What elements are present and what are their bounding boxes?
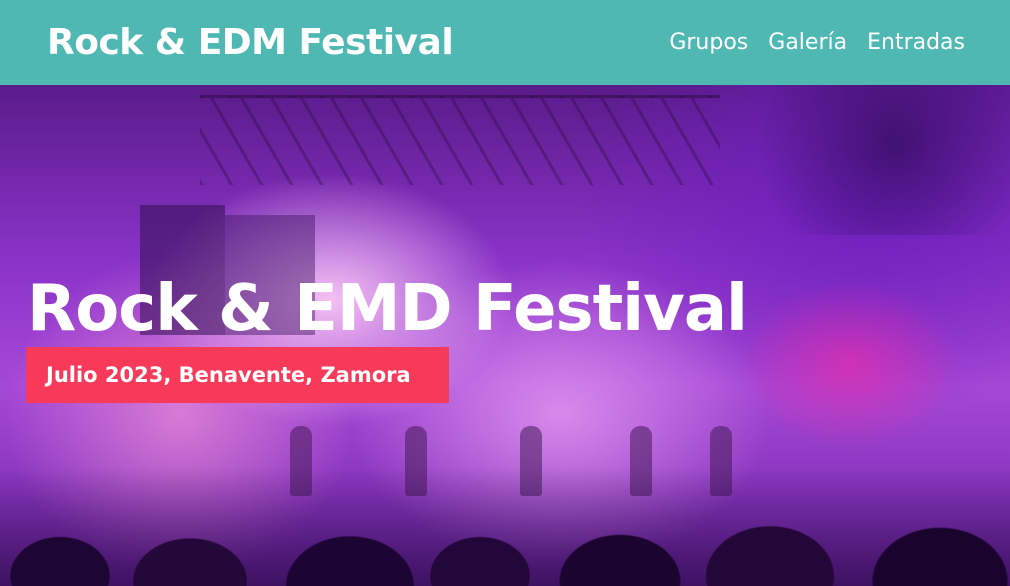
stage-truss <box>200 95 720 185</box>
crowd-silhouettes <box>0 466 1010 586</box>
event-date-badge: Julio 2023, Benavente, Zamora <box>26 347 449 403</box>
site-header: Rock & EDM Festival Grupos Galería Entra… <box>0 0 1010 85</box>
nav-link-grupos[interactable]: Grupos <box>669 30 748 55</box>
nav-link-galeria[interactable]: Galería <box>768 30 847 55</box>
brand-logo-link[interactable]: Rock & EDM Festival <box>47 22 454 63</box>
hero-title: Rock & EMD Festival <box>27 272 748 346</box>
event-date-text: Julio 2023, Benavente, Zamora <box>46 363 411 387</box>
main-nav: Grupos Galería Entradas <box>669 30 965 55</box>
stage-lights <box>720 85 1010 235</box>
nav-link-entradas[interactable]: Entradas <box>867 30 965 55</box>
hero-section: Rock & EMD Festival Julio 2023, Benavent… <box>0 85 1010 586</box>
